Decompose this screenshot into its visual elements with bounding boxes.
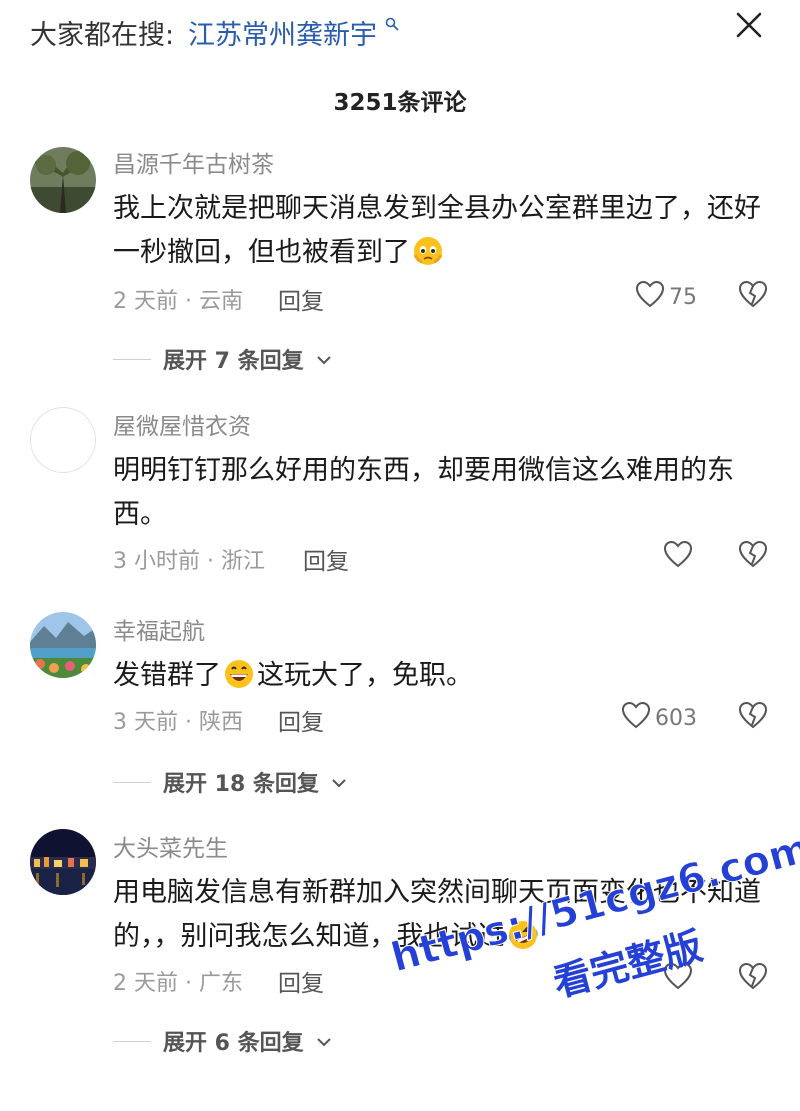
like-button[interactable]: 603 [621,701,697,735]
rolling-laughing-face-icon [507,919,539,951]
username[interactable]: 屋微屋惜衣资 [113,407,251,441]
reply-button[interactable]: 回复 [303,542,349,576]
search-prefix-label: 大家都在搜: [30,20,175,51]
comment-text-content: 用电脑发信息有新群加入突然间聊天页面变化也不知道的，，别问我怎么知道，我也试过 [113,877,761,952]
broken-heart-icon[interactable] [738,701,768,733]
username[interactable]: 昌源千年古树茶 [113,145,274,179]
expand-replies-label: 展开 18 条回复 [163,772,319,797]
chevron-down-icon [316,1029,332,1054]
expand-replies-label: 展开 6 条回复 [163,1031,304,1056]
heart-icon [621,701,651,735]
divider-line [113,781,151,783]
reply-button[interactable]: 回复 [278,964,324,998]
comment-meta: 2 天前 · 广东 [113,971,243,996]
heart-icon [635,280,665,314]
comment-text-content: 明明钉钉那么好用的东西，却要用微信这么难用的东西。 [113,455,734,530]
username[interactable]: 幸福起航 [113,612,205,646]
comment-text: 明明钉钉那么好用的东西，却要用微信这么难用的东西。 [113,449,773,537]
heart-icon [663,540,693,574]
comment-text-content: 发错群了 [113,660,221,691]
search-icon [385,16,399,35]
reply-button[interactable]: 回复 [278,703,324,737]
like-button[interactable] [663,962,697,996]
search-suggestion-link[interactable]: 江苏常州龚新宇 [188,13,377,52]
avatar[interactable] [30,829,96,895]
broken-heart-icon[interactable] [738,540,768,572]
comment-text: 用电脑发信息有新群加入突然间聊天页面变化也不知道的，，别问我怎么知道，我也试过 [113,871,773,959]
username[interactable]: 大头菜先生 [113,829,228,863]
like-count: 603 [655,705,697,731]
comment-text: 发错群了 这玩大了，免职。 [113,654,773,698]
comment-item: 昌源千年古树茶 我上次就是把聊天消息发到全县办公室群里边了，还好一秒撤回，但也被… [0,145,800,375]
comment-text-tail: 这玩大了，免职。 [257,660,473,691]
chevron-down-icon [331,770,347,795]
comment-text: 我上次就是把聊天消息发到全县办公室群里边了，还好一秒撤回，但也被看到了 [113,187,773,275]
expand-replies-button[interactable]: 展开 7 条回复 [113,343,332,375]
divider-line [113,1040,151,1042]
like-button[interactable]: 75 [635,280,697,314]
broken-heart-icon[interactable] [738,280,768,312]
avatar[interactable] [30,612,96,678]
search-suggestion-bar[interactable]: 大家都在搜: 江苏常州龚新宇 [0,0,800,60]
comment-item: 屋微屋惜衣资 明明钉钉那么好用的东西，却要用微信这么难用的东西。 3 小时前 ·… [0,407,800,587]
comment-item: 大头菜先生 用电脑发信息有新群加入突然间聊天页面变化也不知道的，，别问我怎么知道… [0,829,800,1056]
close-icon[interactable] [730,6,768,44]
comment-item: 幸福起航 发错群了 这玩大了，免职。 3 天前 · 陕西 回复 603 展开 18… [0,612,800,802]
like-count: 75 [669,284,697,310]
comment-count-title: 3251条评论 [333,90,467,116]
heart-icon [663,962,693,996]
expand-replies-button[interactable]: 展开 6 条回复 [113,1025,332,1057]
chevron-down-icon [316,347,332,372]
avatar[interactable] [30,147,96,213]
expand-replies-button[interactable]: 展开 18 条回复 [113,766,347,798]
like-button[interactable] [663,540,697,574]
divider-line [113,358,151,360]
comment-meta: 2 天前 · 云南 [113,289,243,314]
expand-replies-label: 展开 7 条回复 [163,349,304,374]
avatar[interactable] [30,407,96,473]
reply-button[interactable]: 回复 [278,282,324,316]
comment-meta: 3 天前 · 陕西 [113,710,243,735]
grinning-face-icon [223,658,255,690]
broken-heart-icon[interactable] [738,962,768,994]
comment-meta: 3 小时前 · 浙江 [113,549,265,574]
pleading-face-icon [412,235,444,267]
